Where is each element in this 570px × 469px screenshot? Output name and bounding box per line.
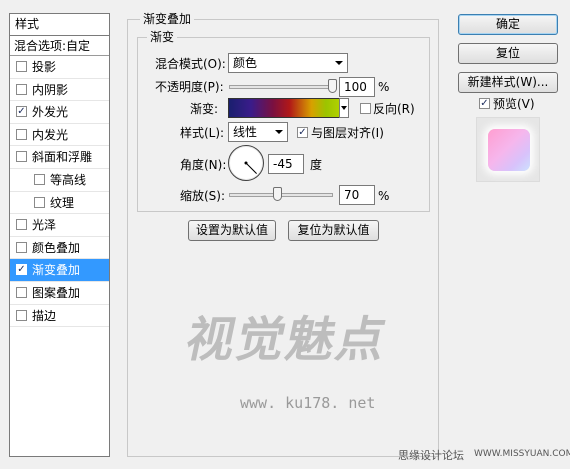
style-item-checkbox[interactable]: [34, 196, 45, 208]
reverse-label: 反向(R): [373, 102, 415, 116]
chevron-down-icon: [335, 61, 343, 65]
style-item-checkbox[interactable]: [16, 286, 27, 298]
style-item[interactable]: ✓ 渐变叠加: [10, 259, 109, 282]
watermark-logo: 视觉魅点: [180, 312, 393, 368]
scale-label: 缩放(S):: [180, 189, 226, 203]
watermark-url: www. ku178. net: [240, 394, 376, 412]
style-item-checkbox[interactable]: [34, 173, 45, 185]
style-item-checkbox[interactable]: [16, 241, 27, 253]
gradient-label: 渐变:: [190, 102, 219, 116]
style-preview-swatch: [488, 129, 530, 171]
style-item-label: 等高线: [50, 172, 87, 187]
blend-mode-value: 颜色: [233, 56, 258, 70]
style-item[interactable]: 内发光: [10, 124, 109, 147]
opacity-input[interactable]: 100: [339, 77, 375, 97]
style-item-checkbox[interactable]: ✓: [16, 106, 27, 118]
ok-button[interactable]: 确定: [458, 14, 558, 35]
gradient-style-value: 线性: [233, 125, 258, 139]
style-item-label: 颜色叠加: [32, 240, 81, 255]
chevron-down-icon: [275, 130, 283, 134]
style-item-checkbox[interactable]: [16, 61, 27, 72]
footer-forum-name: 思缘设计论坛: [398, 449, 464, 462]
scale-slider-thumb[interactable]: [272, 187, 282, 201]
angle-label: 角度(N):: [180, 158, 227, 172]
new-style-button[interactable]: 新建样式(W)...: [458, 72, 558, 93]
style-item-label: 斜面和浮雕: [32, 150, 93, 165]
style-item-label: 光泽: [32, 218, 57, 233]
style-item[interactable]: 描边: [10, 305, 109, 328]
opacity-slider[interactable]: [229, 85, 333, 89]
scale-unit: %: [378, 189, 390, 203]
angle-dial-indicator: [244, 161, 257, 174]
gradient-overlay-title: 渐变叠加: [140, 12, 195, 26]
styles-list-title[interactable]: 样式: [10, 14, 109, 36]
blend-mode-select[interactable]: 颜色: [228, 53, 348, 73]
style-item-checkbox[interactable]: [16, 128, 27, 140]
opacity-unit: %: [378, 80, 390, 94]
scale-input[interactable]: 70: [339, 185, 375, 205]
style-item-label: 纹理: [50, 195, 75, 210]
style-item-label: 描边: [32, 308, 57, 323]
angle-unit: 度: [310, 158, 323, 172]
blend-mode-label: 混合模式(O):: [155, 57, 226, 71]
style-item-label: 渐变叠加: [32, 263, 81, 278]
align-with-layer-label: 与图层对齐(I): [311, 126, 384, 140]
opacity-label: 不透明度(P):: [155, 80, 224, 94]
angle-dial[interactable]: [228, 145, 264, 181]
style-item[interactable]: ✓ 外发光: [10, 101, 109, 124]
preview-label: 预览(V): [493, 97, 535, 111]
style-item-checkbox[interactable]: [16, 151, 27, 163]
style-item-label: 投影: [32, 60, 57, 74]
style-item-checkbox[interactable]: ✓: [16, 264, 27, 276]
style-item-checkbox[interactable]: [16, 83, 27, 95]
gradient-preview[interactable]: [228, 98, 340, 118]
style-item-label: 内阴影: [32, 82, 69, 97]
chevron-down-icon: [341, 106, 347, 110]
blending-options-item[interactable]: 混合选项:自定: [10, 36, 109, 56]
style-item[interactable]: 斜面和浮雕: [10, 146, 109, 169]
gradient-style-select[interactable]: 线性: [228, 122, 288, 142]
style-preview-box: [476, 117, 540, 182]
style-item-label: 内发光: [32, 127, 69, 142]
reset-to-default-button[interactable]: 复位为默认值: [288, 220, 379, 241]
style-item-checkbox[interactable]: [16, 309, 27, 321]
style-item[interactable]: 纹理: [10, 192, 109, 215]
style-item[interactable]: 颜色叠加: [10, 237, 109, 260]
reverse-checkbox[interactable]: [360, 103, 371, 114]
style-item[interactable]: 光泽: [10, 214, 109, 237]
style-item-label: 外发光: [32, 105, 69, 120]
footer-site: WWW.MISSYUAN.COM: [474, 449, 570, 459]
style-label: 样式(L):: [180, 126, 225, 140]
set-as-default-button[interactable]: 设置为默认值: [188, 220, 276, 241]
style-item-checkbox[interactable]: [16, 219, 27, 231]
styles-list: 样式 混合选项:自定 投影内阴影 ✓ 外发光内发光斜面和浮雕等高线纹理光泽颜色叠加 ✓…: [9, 13, 110, 457]
angle-input[interactable]: -45: [268, 154, 304, 174]
preview-checkbox[interactable]: ✓: [479, 98, 490, 109]
reset-button[interactable]: 复位: [458, 43, 558, 64]
style-item-label: 图案叠加: [32, 285, 81, 300]
style-item[interactable]: 内阴影: [10, 79, 109, 102]
align-with-layer-checkbox[interactable]: ✓: [297, 127, 308, 138]
style-item[interactable]: 图案叠加: [10, 282, 109, 305]
style-item[interactable]: 投影: [10, 56, 109, 79]
opacity-slider-thumb[interactable]: [328, 79, 337, 93]
gradient-picker-button[interactable]: [339, 98, 349, 118]
gradient-subgroup-title: 渐变: [147, 30, 178, 44]
style-item[interactable]: 等高线: [10, 169, 109, 192]
